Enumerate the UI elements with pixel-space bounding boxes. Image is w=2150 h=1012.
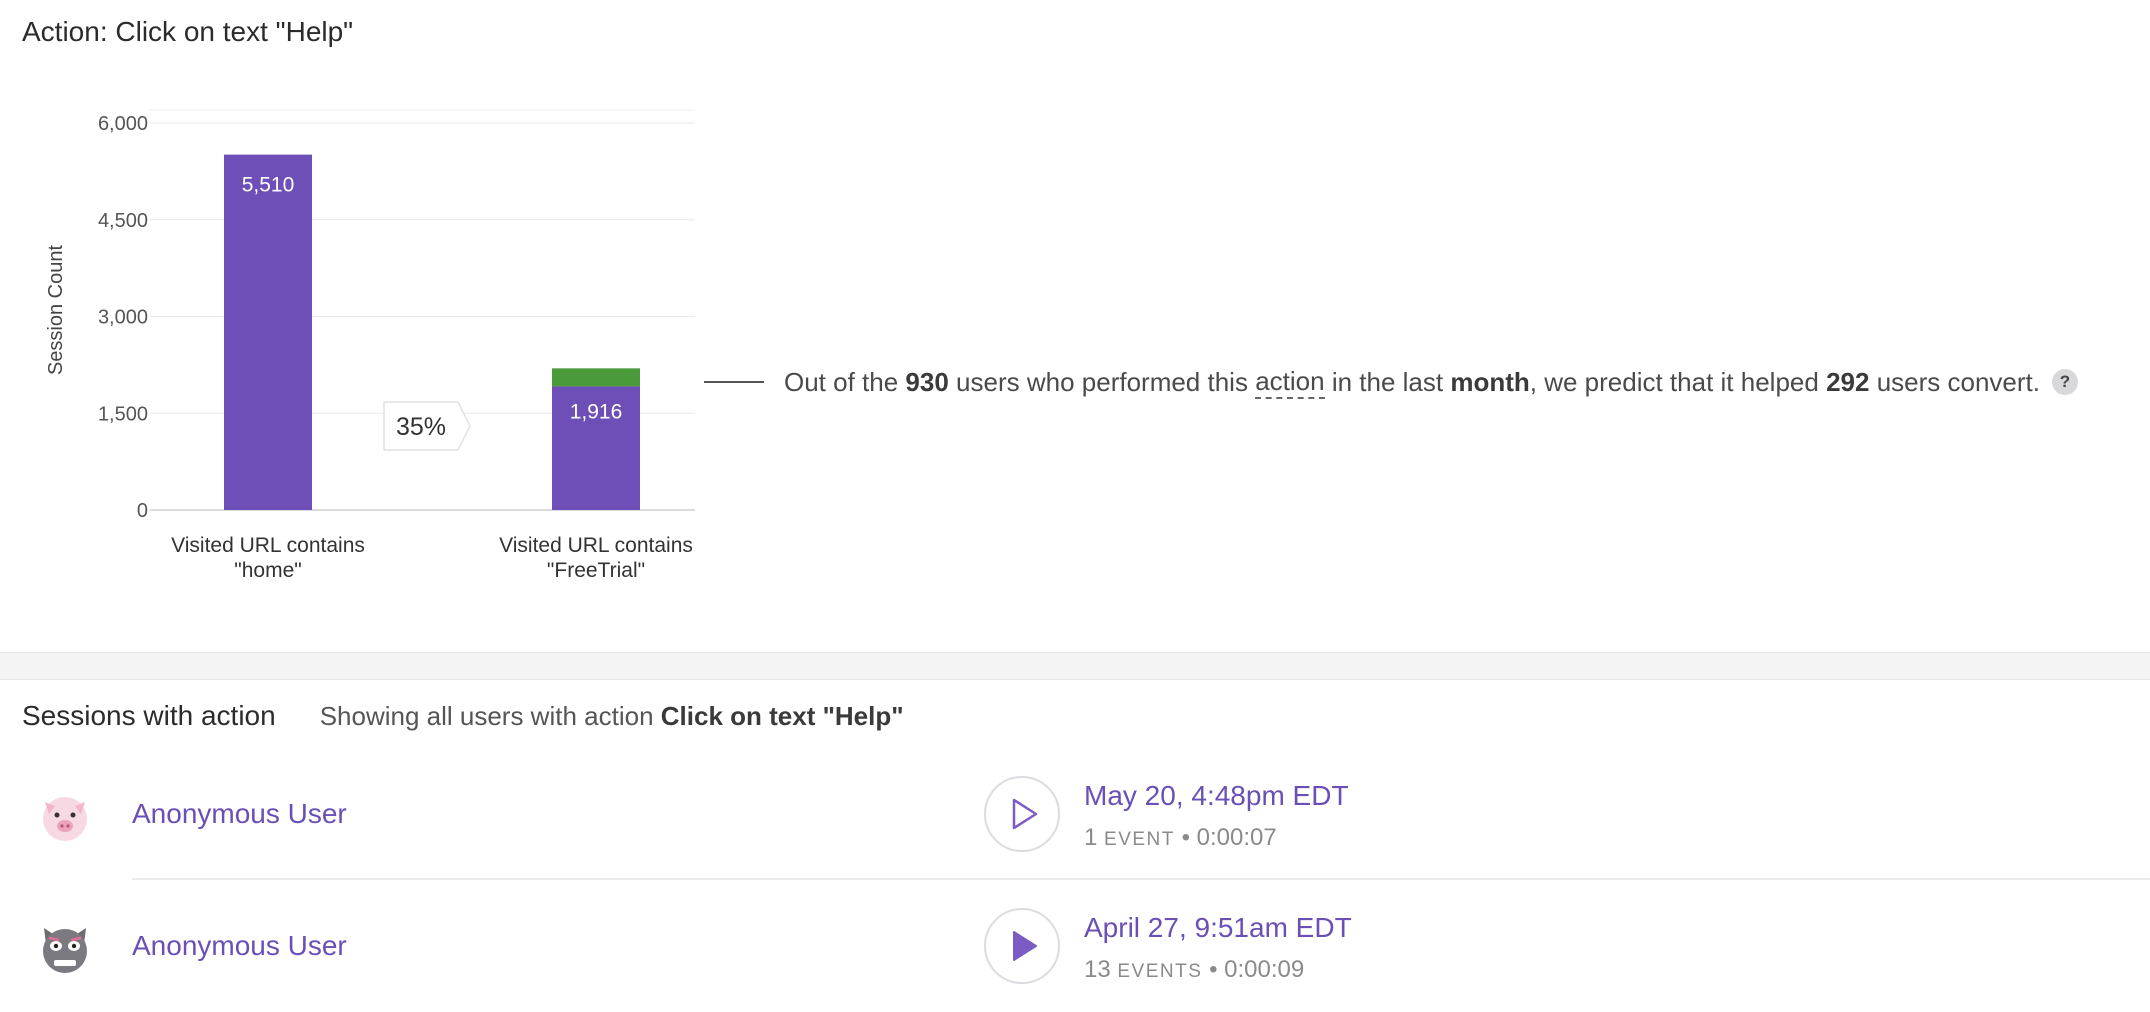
meta-separator: • [1181,824,1190,851]
event-unit: EVENTS [1117,961,1203,982]
session-duration: 0:00:09 [1224,956,1305,983]
play-outline-icon [1012,798,1038,830]
funnel-chart: 6,000 4,500 3,000 1,500 0 Session Count 5,510 V… [45,109,695,582]
insight-period: month [1450,366,1530,397]
y-tick-label: 4,500 [98,210,148,232]
session-meta: 13 EVENTS • 0:00:09 [1084,956,1304,984]
y-axis-title: Session Count [45,245,67,376]
session-duration: 0:00:07 [1196,824,1277,851]
event-count: 1 [1084,824,1098,851]
y-tick-label: 0 [137,500,148,522]
meta-separator: • [1209,956,1218,983]
sessions-header: Sessions with action Showing all users w… [22,696,904,736]
session-row: Anonymous User April 27, 9:51am EDT 13 E… [0,882,2150,1012]
y-tick-label: 6,000 [98,113,148,135]
insight-text: Out of the 930 users who performed this … [704,362,2078,402]
play-filled-icon [1013,931,1037,961]
sessions-subtitle-prefix: Showing all users with action [319,700,654,731]
section-divider [0,652,2150,680]
user-name-link[interactable]: Anonymous User [132,930,347,962]
y-tick-label: 1,500 [98,403,148,425]
action-definition-link[interactable]: action [1255,366,1325,399]
insight-connector [704,381,764,383]
session-meta: 1 EVENT • 0:00:07 [1084,824,1277,852]
event-count: 13 [1084,956,1111,983]
sessions-subtitle-action: Click on text "Help" [660,700,904,731]
sessions-title: Sessions with action [22,700,276,731]
insight-users-count: 930 [905,366,949,397]
insight-helped-count: 292 [1826,366,1870,397]
cat-avatar-icon [43,928,87,973]
x-category-label: "FreeTrial" [547,559,645,582]
insight-mid1: users who performed this [956,366,1248,397]
help-icon[interactable]: ? [2051,369,2078,395]
bar-value-label: 1,916 [570,400,623,423]
event-unit: EVENT [1104,829,1175,850]
insight-prefix: Out of the [784,366,899,397]
pig-avatar-icon [43,797,87,841]
insight-suffix: users convert. [1876,366,2040,397]
play-session-button[interactable] [984,776,1060,852]
y-tick-label: 3,000 [98,307,148,329]
conversion-rate-callout: 35% [383,401,471,451]
sessions-subtitle: Showing all users with action Click on t… [320,701,904,732]
x-category-label: "home" [234,559,301,582]
funnel-panel: Action: Click on text "Help" 6,000 4,500 3… [0,0,2150,652]
play-session-button[interactable] [984,908,1060,984]
x-category-label: Visited URL contains [499,534,693,557]
session-row: Anonymous User May 20, 4:48pm EDT 1 EVEN… [0,750,2150,880]
insight-mid2: in the last [1331,366,1444,397]
x-category-label: Visited URL contains [171,534,365,557]
conversion-rate-label: 35% [396,413,446,441]
bar-value-label: 5,510 [242,174,295,197]
chart-bar-converted [552,368,640,387]
session-time-link[interactable]: April 27, 9:51am EDT [1084,912,1352,944]
session-time-link[interactable]: May 20, 4:48pm EDT [1084,780,1349,812]
user-name-link[interactable]: Anonymous User [132,798,347,830]
chart-bar [224,154,312,511]
row-divider [132,878,2150,880]
insight-mid3: , we predict that it helped [1529,366,1819,397]
